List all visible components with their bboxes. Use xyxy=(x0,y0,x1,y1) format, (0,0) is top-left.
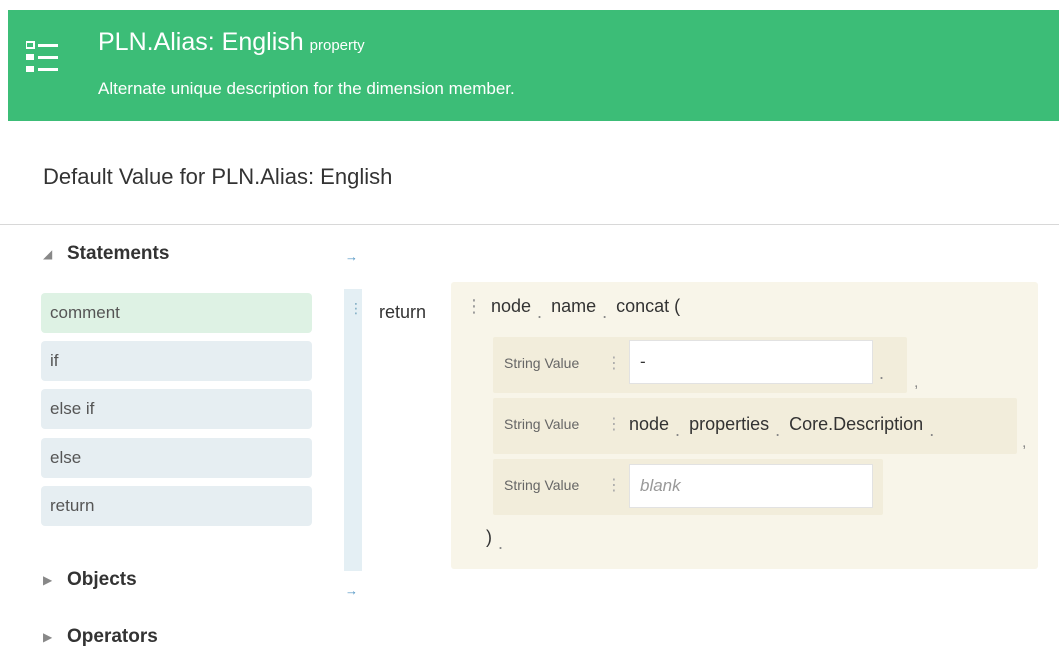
dot-separator: . xyxy=(675,420,681,440)
string-value-param[interactable]: String Value ⋮ blank xyxy=(493,459,883,515)
drag-handle-icon[interactable]: ⋮ xyxy=(606,414,622,434)
drag-handle-icon[interactable]: ⋮ xyxy=(465,296,483,317)
drag-handle-icon[interactable]: ⋮ xyxy=(606,475,622,495)
expression-block[interactable]: ⋮ node . name . concat ( String Value ⋮ … xyxy=(451,282,1038,569)
chain-node[interactable]: node xyxy=(629,414,669,435)
operators-label: Operators xyxy=(67,626,158,647)
close-paren: ) xyxy=(486,527,492,547)
page-title: Default Value for PLN.Alias: English xyxy=(43,164,393,189)
nested-chain: node . properties . Core.Description . xyxy=(629,414,943,440)
insert-arrow-icon[interactable]: → xyxy=(345,583,358,598)
triangle-right-icon: ▶ xyxy=(43,573,53,587)
header-title: PLN.Alias: English property xyxy=(98,28,365,57)
dot-separator: . xyxy=(537,302,543,322)
property-kind: property xyxy=(309,37,365,54)
param-label: String Value xyxy=(504,477,580,493)
divider xyxy=(0,224,1059,225)
string-value-param[interactable]: String Value ⋮ - . xyxy=(493,337,907,393)
param-label: String Value xyxy=(504,416,580,432)
dot-separator: . xyxy=(602,302,608,322)
dot-separator: . xyxy=(498,533,504,553)
statement-if[interactable]: if xyxy=(41,341,312,381)
chain-core-description[interactable]: Core.Description xyxy=(789,414,923,435)
objects-section-toggle[interactable]: ▶ Objects xyxy=(43,569,137,591)
chain-name[interactable]: name xyxy=(551,296,596,317)
comma-separator: , xyxy=(914,374,919,391)
chain-properties[interactable]: properties xyxy=(689,414,769,435)
list-icon xyxy=(26,41,58,72)
statements-label: Statements xyxy=(67,243,170,264)
string-value-param[interactable]: String Value ⋮ node . properties . Core.… xyxy=(493,398,1017,454)
chain-concat[interactable]: concat ( xyxy=(616,296,680,317)
string-value-input[interactable]: blank xyxy=(629,464,873,508)
statement-else-if[interactable]: else if xyxy=(41,389,312,429)
statement-else[interactable]: else xyxy=(41,438,312,478)
comma-separator: , xyxy=(1022,434,1027,451)
string-value-input[interactable]: - xyxy=(629,340,873,384)
drag-handle-icon[interactable]: ⋮ xyxy=(606,353,622,373)
statements-section-toggle[interactable]: ◢ Statements xyxy=(43,243,169,265)
insert-arrow-icon[interactable]: → xyxy=(345,249,358,264)
operators-section-toggle[interactable]: ▶ Operators xyxy=(43,626,158,648)
statement-gutter[interactable]: ⋮ xyxy=(344,289,363,571)
property-description: Alternate unique description for the dim… xyxy=(98,79,515,98)
triangle-down-icon: ◢ xyxy=(43,247,53,261)
statement-comment[interactable]: comment xyxy=(41,293,312,333)
property-name: PLN.Alias: English xyxy=(98,28,304,56)
drag-handle-icon[interactable]: ⋮ xyxy=(349,301,363,315)
dot-separator: . xyxy=(879,363,885,383)
objects-label: Objects xyxy=(67,569,137,590)
dot-separator: . xyxy=(775,420,781,440)
property-header: PLN.Alias: English property Alternate uni… xyxy=(8,10,1059,121)
statement-return[interactable]: return xyxy=(41,486,312,526)
chain-node[interactable]: node xyxy=(491,296,531,317)
triangle-right-icon: ▶ xyxy=(43,630,53,644)
dot-separator: . xyxy=(929,420,935,440)
expression-chain: ⋮ node . name . concat ( xyxy=(465,296,680,322)
param-label: String Value xyxy=(504,355,580,371)
return-keyword: return xyxy=(379,302,427,322)
